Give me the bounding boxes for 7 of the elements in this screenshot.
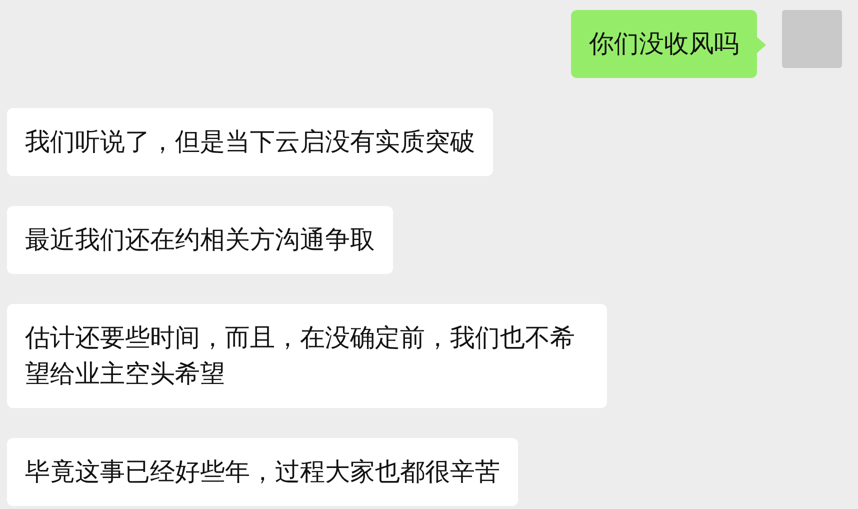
sent-message-bubble: 你们没收风吗 — [571, 10, 757, 78]
received-message-bubble: 毕竟这事已经好些年，过程大家也都很辛苦 — [7, 438, 518, 506]
avatar-photo-placeholder[interactable] — [782, 10, 842, 68]
received-message-bubble: 我们听说了，但是当下云启没有实质突破 — [7, 108, 493, 176]
received-message-bubble: 估计还要些时间，而且，在没确定前，我们也不希望给业主空头希望 — [7, 304, 607, 408]
received-message-bubble: 最近我们还在约相关方沟通争取 — [7, 206, 393, 274]
bubble-tail-icon — [757, 37, 766, 53]
